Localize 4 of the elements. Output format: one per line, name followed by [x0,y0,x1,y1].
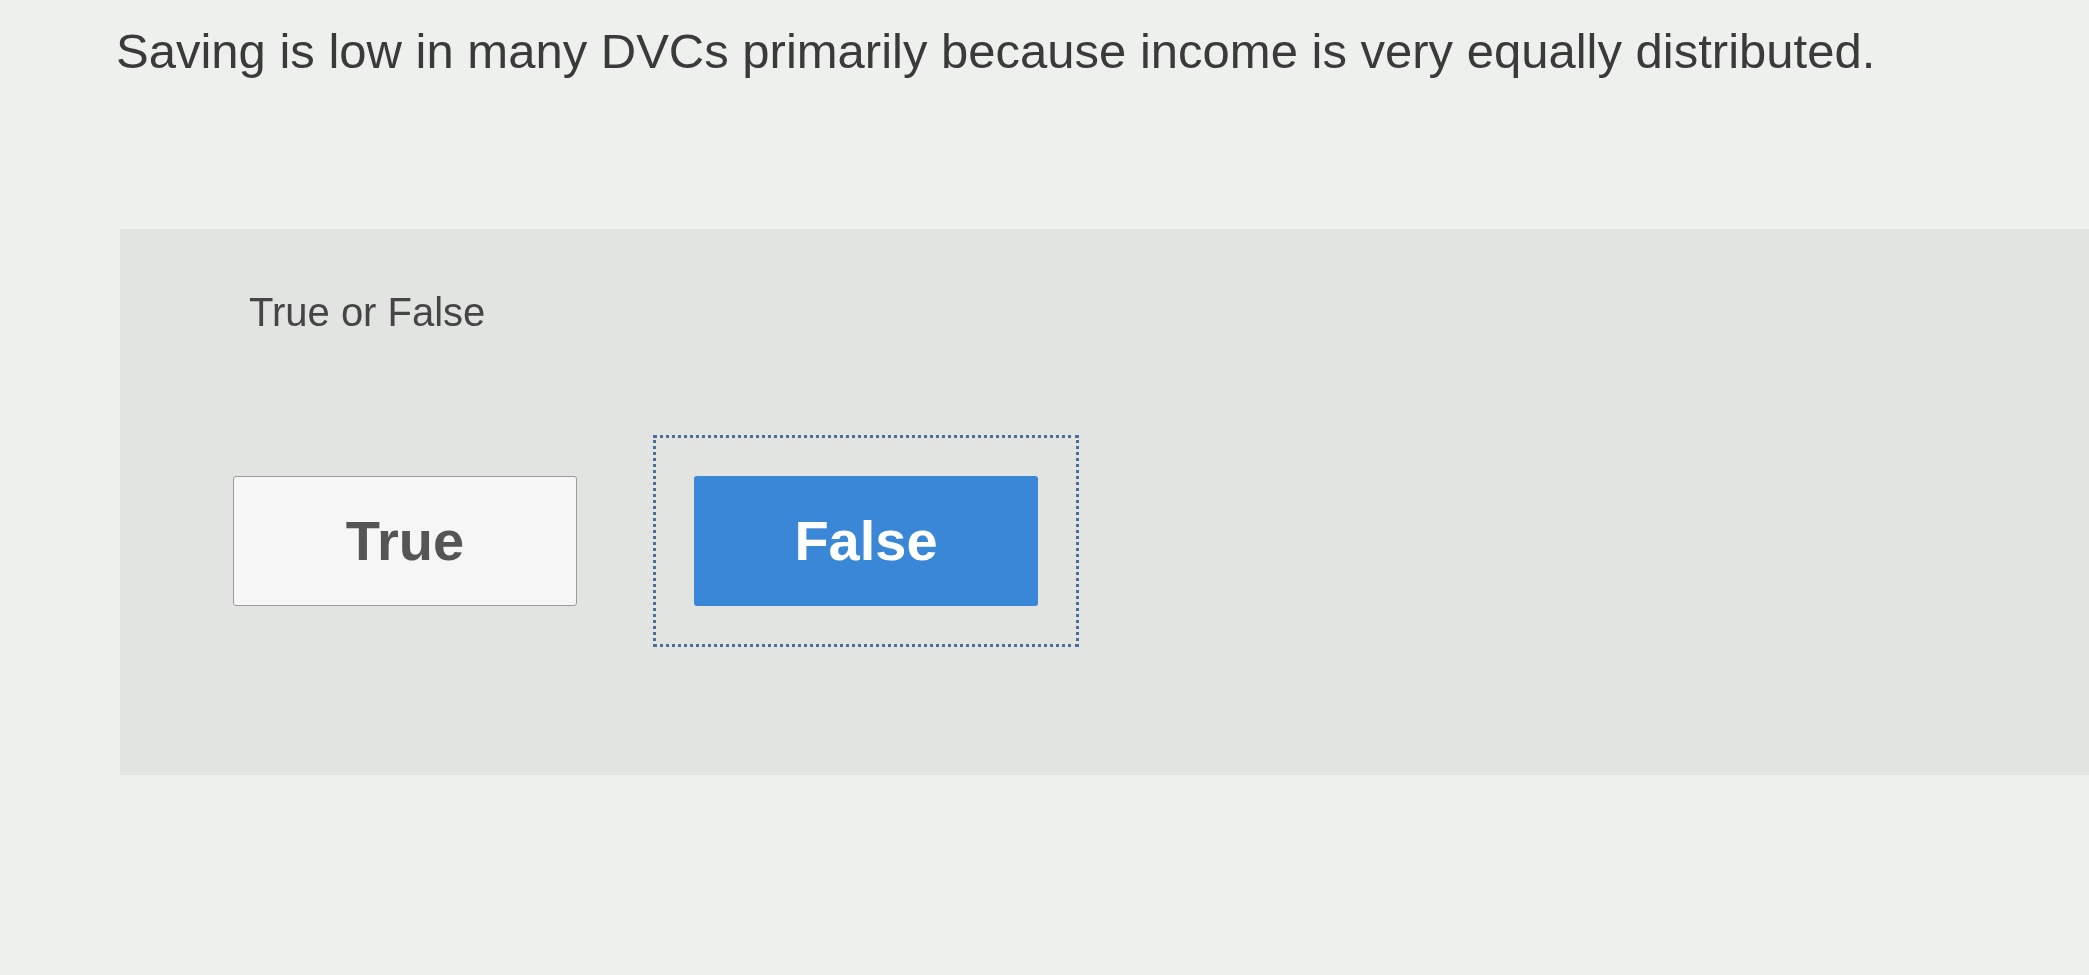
prompt-text: True or False [249,289,486,335]
answer-button[interactable]: False [694,476,1038,606]
answer-button[interactable]: True [233,476,577,606]
question-text: Saving is low in many DVCs primarily because income is very equally distributed. [116,23,1876,80]
